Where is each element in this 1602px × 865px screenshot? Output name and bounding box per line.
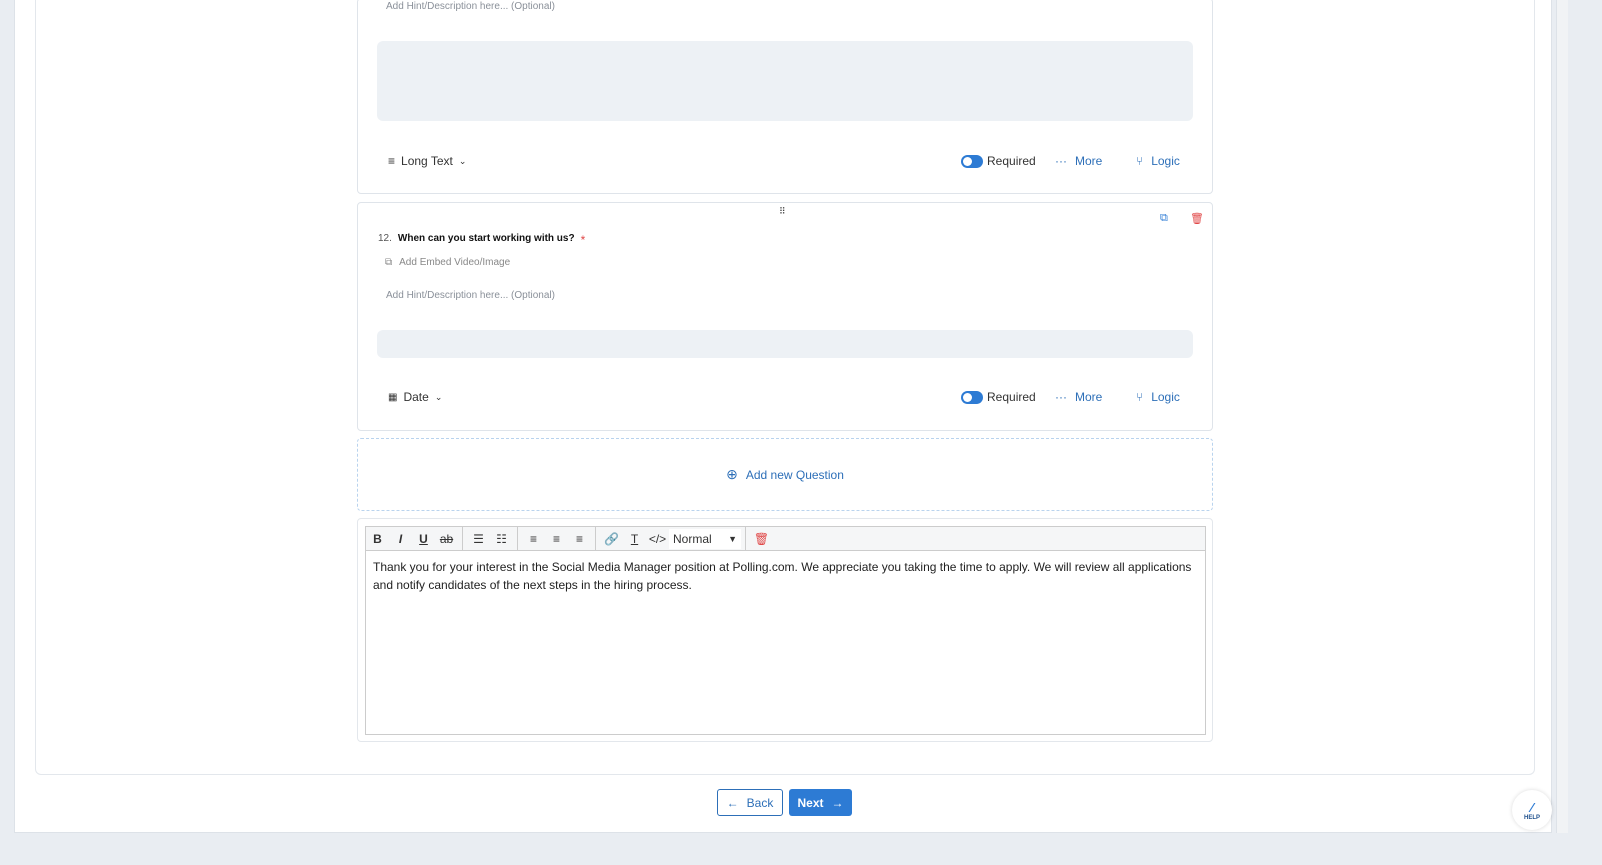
media-icon: ⧉ <box>385 257 393 268</box>
editor-toolbar: B I U ab ☰ ☷ ≡ ≡ ≡ 🔗 T </> Normal ▼ 🗑 <box>365 526 1206 551</box>
logic-button[interactable]: ⑂ Logic <box>1136 390 1180 404</box>
divider <box>745 526 746 551</box>
logic-button[interactable]: ⑂ Logic <box>1136 154 1180 168</box>
trash-icon[interactable]: 🗑 <box>750 532 773 546</box>
required-toggle[interactable]: Required <box>961 390 1036 404</box>
hint-input[interactable]: Add Hint/Description here... (Optional) <box>386 290 555 301</box>
divider <box>462 526 463 551</box>
ellipsis-icon: ··· <box>1055 154 1067 168</box>
ordered-list-icon[interactable]: ☰ <box>467 532 490 546</box>
divider <box>595 526 596 551</box>
align-center-icon[interactable]: ≡ <box>545 532 568 546</box>
required-toggle[interactable]: Required <box>961 154 1036 168</box>
calendar-icon: ▦ <box>388 391 398 403</box>
thank-you-textarea[interactable]: Thank you for your interest in the Socia… <box>365 550 1206 735</box>
toggle-switch[interactable] <box>961 390 983 404</box>
arrow-right-icon: → <box>831 795 844 810</box>
duplicate-icon[interactable]: ⧉ <box>1160 212 1168 225</box>
bold-icon[interactable]: B <box>366 532 389 546</box>
arrow-left-icon: ← <box>726 795 739 810</box>
question-card-12: ⠿ ⧉ 🗑 12. When can you start working wit… <box>357 202 1213 431</box>
branch-icon: ⑂ <box>1136 154 1144 168</box>
link-icon[interactable]: 🔗 <box>600 532 623 546</box>
align-right-icon[interactable]: ≡ <box>568 532 591 546</box>
question-title[interactable]: When can you start working with us? <box>398 233 575 247</box>
italic-icon[interactable]: I <box>389 532 412 546</box>
format-select[interactable]: Normal ▼ <box>669 528 741 549</box>
chevron-down-icon: ⌄ <box>458 155 467 166</box>
back-button[interactable]: ← Back <box>717 789 783 816</box>
scrollbar[interactable] <box>1556 0 1568 833</box>
more-button[interactable]: ··· More <box>1055 154 1102 168</box>
thank-you-editor: B I U ab ☰ ☷ ≡ ≡ ≡ 🔗 T </> Normal ▼ 🗑 Tha… <box>357 518 1213 742</box>
code-icon[interactable]: </> <box>646 532 669 546</box>
chevron-down-icon: ⌄ <box>434 391 443 402</box>
hint-input[interactable]: Add Hint/Description here... (Optional) <box>386 1 555 12</box>
date-answer-preview <box>377 330 1193 358</box>
trash-icon[interactable]: 🗑 <box>1190 212 1204 225</box>
add-question-button[interactable]: ⊕ Add new Question <box>357 438 1213 511</box>
underline-icon[interactable]: U <box>412 532 435 546</box>
add-embed-button[interactable]: ⧉ Add Embed Video/Image <box>385 257 510 268</box>
toggle-switch[interactable] <box>961 154 983 168</box>
long-text-answer-preview <box>377 41 1193 121</box>
align-left-icon[interactable]: ≡ <box>522 532 545 546</box>
help-button[interactable]: ⁄ HELP <box>1512 790 1552 830</box>
next-button[interactable]: Next → <box>789 789 852 816</box>
question-type-dropdown[interactable]: ≡ Long Text ⌄ <box>388 154 466 168</box>
ellipsis-icon: ··· <box>1055 390 1067 404</box>
question-number: 12. <box>378 233 392 244</box>
required-asterisk: * <box>580 233 586 247</box>
lines-icon: ≡ <box>388 154 396 168</box>
strikethrough-icon[interactable]: ab <box>435 532 458 546</box>
divider <box>517 526 518 551</box>
chevron-down-icon: ▼ <box>728 533 737 544</box>
question-card-11: Add Hint/Description here... (Optional) … <box>357 0 1213 194</box>
plus-circle-icon: ⊕ <box>726 466 738 482</box>
drag-handle-icon[interactable]: ⠿ <box>779 206 786 217</box>
more-button[interactable]: ··· More <box>1055 390 1102 404</box>
question-type-dropdown[interactable]: ▦ Date ⌄ <box>388 390 442 404</box>
clear-format-icon[interactable]: T <box>623 532 646 546</box>
help-logo-icon: ⁄ <box>1530 799 1534 815</box>
bullet-list-icon[interactable]: ☷ <box>490 532 513 546</box>
branch-icon: ⑂ <box>1136 390 1144 404</box>
